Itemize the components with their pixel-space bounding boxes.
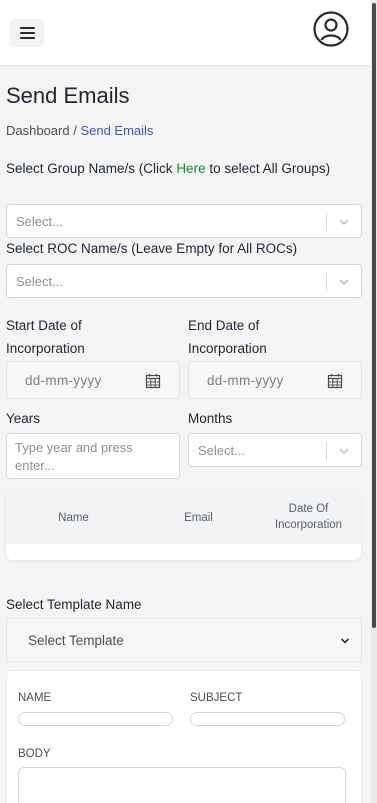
body-field-label: BODY xyxy=(18,748,51,760)
breadcrumb-dashboard-link[interactable]: Dashboard / xyxy=(6,123,77,138)
breadcrumb: Dashboard / Send Emails xyxy=(6,123,153,138)
start-date-placeholder: dd-mm-yyyy xyxy=(25,373,102,388)
table-header: Name Email Date Of Incorporation xyxy=(6,490,361,544)
template-select-label: Select Template Name xyxy=(6,597,142,612)
template-select[interactable]: Select Template xyxy=(6,618,362,662)
name-field-input[interactable] xyxy=(18,712,173,726)
subject-field-label: SUBJECT xyxy=(190,692,243,704)
column-header-date-of-incorporation[interactable]: Date Of Incorporation xyxy=(261,501,356,533)
breadcrumb-current[interactable]: Send Emails xyxy=(80,123,153,138)
select-all-groups-link[interactable]: Here xyxy=(176,161,205,176)
calendar-icon[interactable] xyxy=(327,373,343,389)
template-form-card: NAME SUBJECT BODY xyxy=(6,670,362,803)
start-date-label-line1: Start Date of xyxy=(6,318,82,333)
calendar-icon[interactable] xyxy=(145,373,161,389)
chevron-down-icon[interactable] xyxy=(337,275,351,289)
body-field-input[interactable] xyxy=(18,767,346,803)
end-date-label-line1: End Date of xyxy=(188,318,260,333)
years-input[interactable]: Type year and press enter... xyxy=(6,433,180,479)
group-label-prefix: Select Group Name/s (Click xyxy=(6,161,177,176)
group-select-placeholder: Select... xyxy=(16,214,63,229)
group-select[interactable]: Select... xyxy=(6,204,362,238)
roc-select[interactable]: Select... xyxy=(6,264,362,298)
recipients-table: Name Email Date Of Incorporation xyxy=(6,490,361,560)
months-select[interactable]: Select... xyxy=(188,433,362,467)
select-separator xyxy=(326,442,327,460)
months-label: Months xyxy=(188,411,233,426)
end-date-label: End Date of Incorporation xyxy=(188,316,267,359)
hamburger-menu-icon[interactable] xyxy=(10,19,44,47)
group-label-suffix: to select All Groups) xyxy=(205,161,331,176)
start-date-label-line2: Incorporation xyxy=(6,341,85,356)
page-scrollbar-thumb[interactable] xyxy=(372,3,376,628)
chevron-down-icon[interactable] xyxy=(337,444,351,458)
column-header-name[interactable]: Name xyxy=(46,510,101,526)
user-circle-icon[interactable] xyxy=(312,10,350,48)
end-date-label-line2: Incorporation xyxy=(188,341,267,356)
years-placeholder: Type year and press enter... xyxy=(15,440,133,473)
template-select-value: Select Template xyxy=(28,633,124,648)
chevron-down-icon[interactable] xyxy=(337,215,351,229)
end-date-input[interactable]: dd-mm-yyyy xyxy=(188,361,362,399)
roc-select-label: Select ROC Name/s (Leave Empty for All R… xyxy=(6,241,298,256)
select-separator xyxy=(326,273,327,291)
start-date-input[interactable]: dd-mm-yyyy xyxy=(6,361,180,399)
page-title: Send Emails xyxy=(6,83,130,108)
start-date-label: Start Date of Incorporation xyxy=(6,316,85,359)
chevron-down-icon[interactable] xyxy=(339,635,351,647)
years-label: Years xyxy=(6,411,41,426)
months-select-placeholder: Select... xyxy=(198,443,245,458)
group-select-label: Select Group Name/s (Click Here to selec… xyxy=(6,159,346,179)
subject-field-input[interactable] xyxy=(190,712,345,726)
select-separator xyxy=(326,213,327,231)
end-date-placeholder: dd-mm-yyyy xyxy=(207,373,284,388)
roc-select-placeholder: Select... xyxy=(16,274,63,289)
column-header-email[interactable]: Email xyxy=(171,510,226,526)
top-navbar xyxy=(0,0,371,66)
name-field-label: NAME xyxy=(18,692,52,704)
